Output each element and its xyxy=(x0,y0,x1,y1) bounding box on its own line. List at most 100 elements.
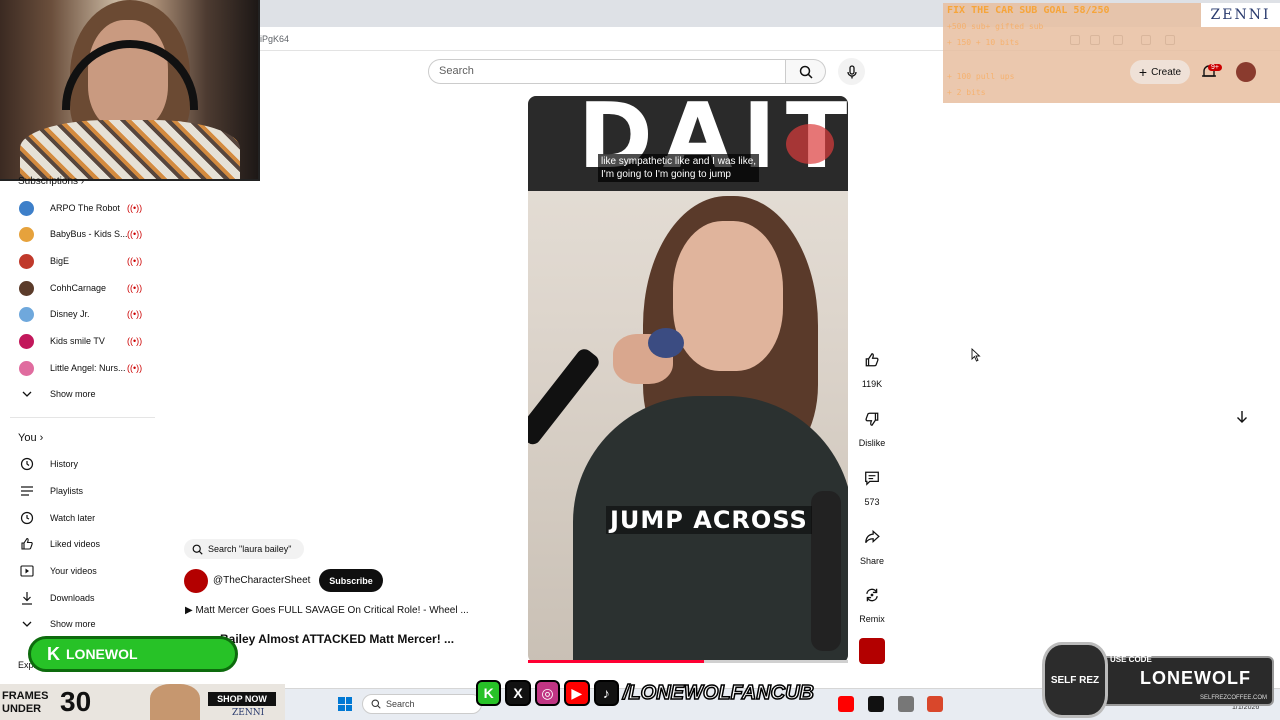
goal-line: + 100 pull ups xyxy=(947,72,1015,81)
like-icon xyxy=(857,345,887,375)
streamer-webcam xyxy=(0,0,260,181)
sidebar-item-playlists[interactable]: Playlists xyxy=(0,478,160,504)
you-section-header[interactable]: You › xyxy=(18,432,43,444)
channel-avatar xyxy=(19,200,34,216)
related-video-link[interactable]: ▶ Matt Mercer Goes FULL SAVAGE On Critic… xyxy=(185,605,469,616)
your-videos-icon xyxy=(19,564,34,579)
sidebar-item-kids-smile-tv[interactable]: Kids smile TV ((•)) xyxy=(0,328,160,354)
sidebar-item-downloads[interactable]: Downloads xyxy=(0,585,160,611)
share-button[interactable]: Share xyxy=(852,522,892,566)
voice-search-button[interactable] xyxy=(838,58,865,85)
browser-taskbar-icon[interactable] xyxy=(927,696,943,712)
app-taskbar-icon[interactable] xyxy=(898,696,914,712)
search-input[interactable] xyxy=(428,59,786,84)
channel-thumbnail[interactable] xyxy=(859,638,885,664)
comment-icon xyxy=(857,463,887,493)
selfrez-logo: SELF REZ xyxy=(1042,642,1108,718)
taskbar-search[interactable]: Search xyxy=(362,694,482,714)
watch-later-icon xyxy=(19,511,34,526)
streamer-name-badge: K LONEWOL xyxy=(28,636,238,672)
kick-icon: K xyxy=(47,643,60,664)
shop-now-label: SHOP NOW xyxy=(208,692,276,706)
show-more-label: Show more xyxy=(50,389,96,399)
sidebar-item-label: Liked videos xyxy=(50,539,101,549)
subscriptions-header[interactable]: Subscriptions › xyxy=(18,176,84,187)
ad-model-image xyxy=(150,684,200,720)
channel-avatar xyxy=(19,253,34,269)
windows-start-icon[interactable] xyxy=(338,697,352,711)
chevron-down-icon xyxy=(19,617,34,632)
ad-headline: FRAMES UNDER xyxy=(2,690,49,715)
live-icon: ((•)) xyxy=(127,256,143,266)
sidebar-item-arpo[interactable]: ARPO The Robot ((•)) xyxy=(0,195,160,221)
search-icon xyxy=(192,544,203,555)
notification-badge: 9+ xyxy=(1208,64,1222,71)
share-icon xyxy=(857,522,887,552)
instagram-icon: ◎ xyxy=(534,680,561,706)
channel-avatar[interactable] xyxy=(184,569,208,593)
remix-button[interactable]: Remix xyxy=(852,580,892,624)
remix-icon xyxy=(857,580,887,610)
sidebar-item-label: ARPO The Robot xyxy=(50,203,120,213)
sidebar-item-cohhcarnage[interactable]: CohhCarnage ((•)) xyxy=(0,275,160,301)
search-chip-label: Search "laura bailey" xyxy=(208,544,292,554)
search-icon xyxy=(371,699,381,709)
sidebar-item-watch-later[interactable]: Watch later xyxy=(0,505,160,531)
sidebar-item-label: Playlists xyxy=(50,486,84,496)
search-button[interactable] xyxy=(786,59,826,84)
sidebar-show-more[interactable]: Show more xyxy=(0,381,160,407)
create-button[interactable]: + Create xyxy=(1130,60,1190,84)
social-handle: /LONEWOLFANCUB xyxy=(622,681,815,705)
subscribe-button[interactable]: Subscribe xyxy=(319,569,383,592)
sidebar-item-label: BigE xyxy=(50,256,70,266)
kick-icon: K xyxy=(476,680,502,706)
youtube-icon: ▶ xyxy=(564,680,590,706)
channel-avatar xyxy=(19,360,34,376)
channel-name[interactable]: @TheCharacterSheet xyxy=(213,575,310,586)
x-icon: X xyxy=(505,680,531,706)
related-video-title[interactable]: Bailey Almost ATTACKED Matt Mercer! ... xyxy=(220,632,454,646)
ad-price: 30 xyxy=(60,686,92,717)
social-links-overlay: K X ◎ ▶ ♪ /LONEWOLFANCUB xyxy=(476,678,815,708)
search-suggestion-chip[interactable]: Search "laura bailey" xyxy=(184,539,304,559)
goal-line: + 150 + 10 bits xyxy=(947,38,1020,47)
promo-code: LONEWOLF xyxy=(1140,668,1251,688)
taskbar-search-label: Search xyxy=(386,699,415,709)
sidebar-item-liked-videos[interactable]: Liked videos xyxy=(0,531,160,557)
live-icon: ((•)) xyxy=(127,203,143,213)
mouse-cursor-icon xyxy=(971,348,981,362)
like-button[interactable]: 119K xyxy=(852,345,892,389)
sidebar-item-label: Watch later xyxy=(50,513,96,523)
sidebar-item-babybus[interactable]: BabyBus - Kids S... ((•)) xyxy=(0,221,160,247)
playlists-icon xyxy=(19,484,34,499)
sidebar-item-little-angel[interactable]: Little Angel: Nurs... ((•)) xyxy=(0,355,160,381)
youtube-taskbar-icon[interactable] xyxy=(838,696,854,712)
next-video-button[interactable] xyxy=(1230,405,1254,429)
channel-avatar xyxy=(19,306,34,322)
sidebar-item-your-videos[interactable]: Your videos xyxy=(0,558,160,584)
use-code-label: USE CODE xyxy=(1110,655,1152,664)
download-icon xyxy=(19,591,34,606)
zenni-logo: ZENNI xyxy=(1201,3,1280,27)
dislike-button[interactable]: Dislike xyxy=(852,404,892,448)
like-icon xyxy=(19,537,34,552)
comments-button[interactable]: 573 xyxy=(852,463,892,507)
netflix-taskbar-icon[interactable] xyxy=(868,696,884,712)
sidebar-item-label: History xyxy=(50,459,79,469)
user-avatar[interactable] xyxy=(1236,62,1256,82)
video-overlay-text: JUMP ACROSS xyxy=(606,506,812,534)
url-text[interactable]: iPgK64 xyxy=(260,34,289,44)
video-progress-fill xyxy=(528,660,704,663)
sidebar-item-label: Little Angel: Nurs... xyxy=(50,363,126,373)
sidebar-item-disney-jr[interactable]: Disney Jr. ((•)) xyxy=(0,301,160,327)
sidebar-item-history[interactable]: History xyxy=(0,451,160,477)
chevron-down-icon xyxy=(19,387,34,402)
channel-avatar xyxy=(19,280,34,296)
sidebar-show-more-you[interactable]: Show more xyxy=(0,611,160,637)
tiktok-icon: ♪ xyxy=(593,680,619,706)
sidebar-item-bige[interactable]: BigE ((•)) xyxy=(0,248,160,274)
arrow-down-icon xyxy=(1237,411,1247,423)
zenni-ad-logo: ZENNI xyxy=(232,708,265,718)
channel-avatar xyxy=(19,226,34,242)
sidebar-item-label: BabyBus - Kids S... xyxy=(50,229,128,239)
